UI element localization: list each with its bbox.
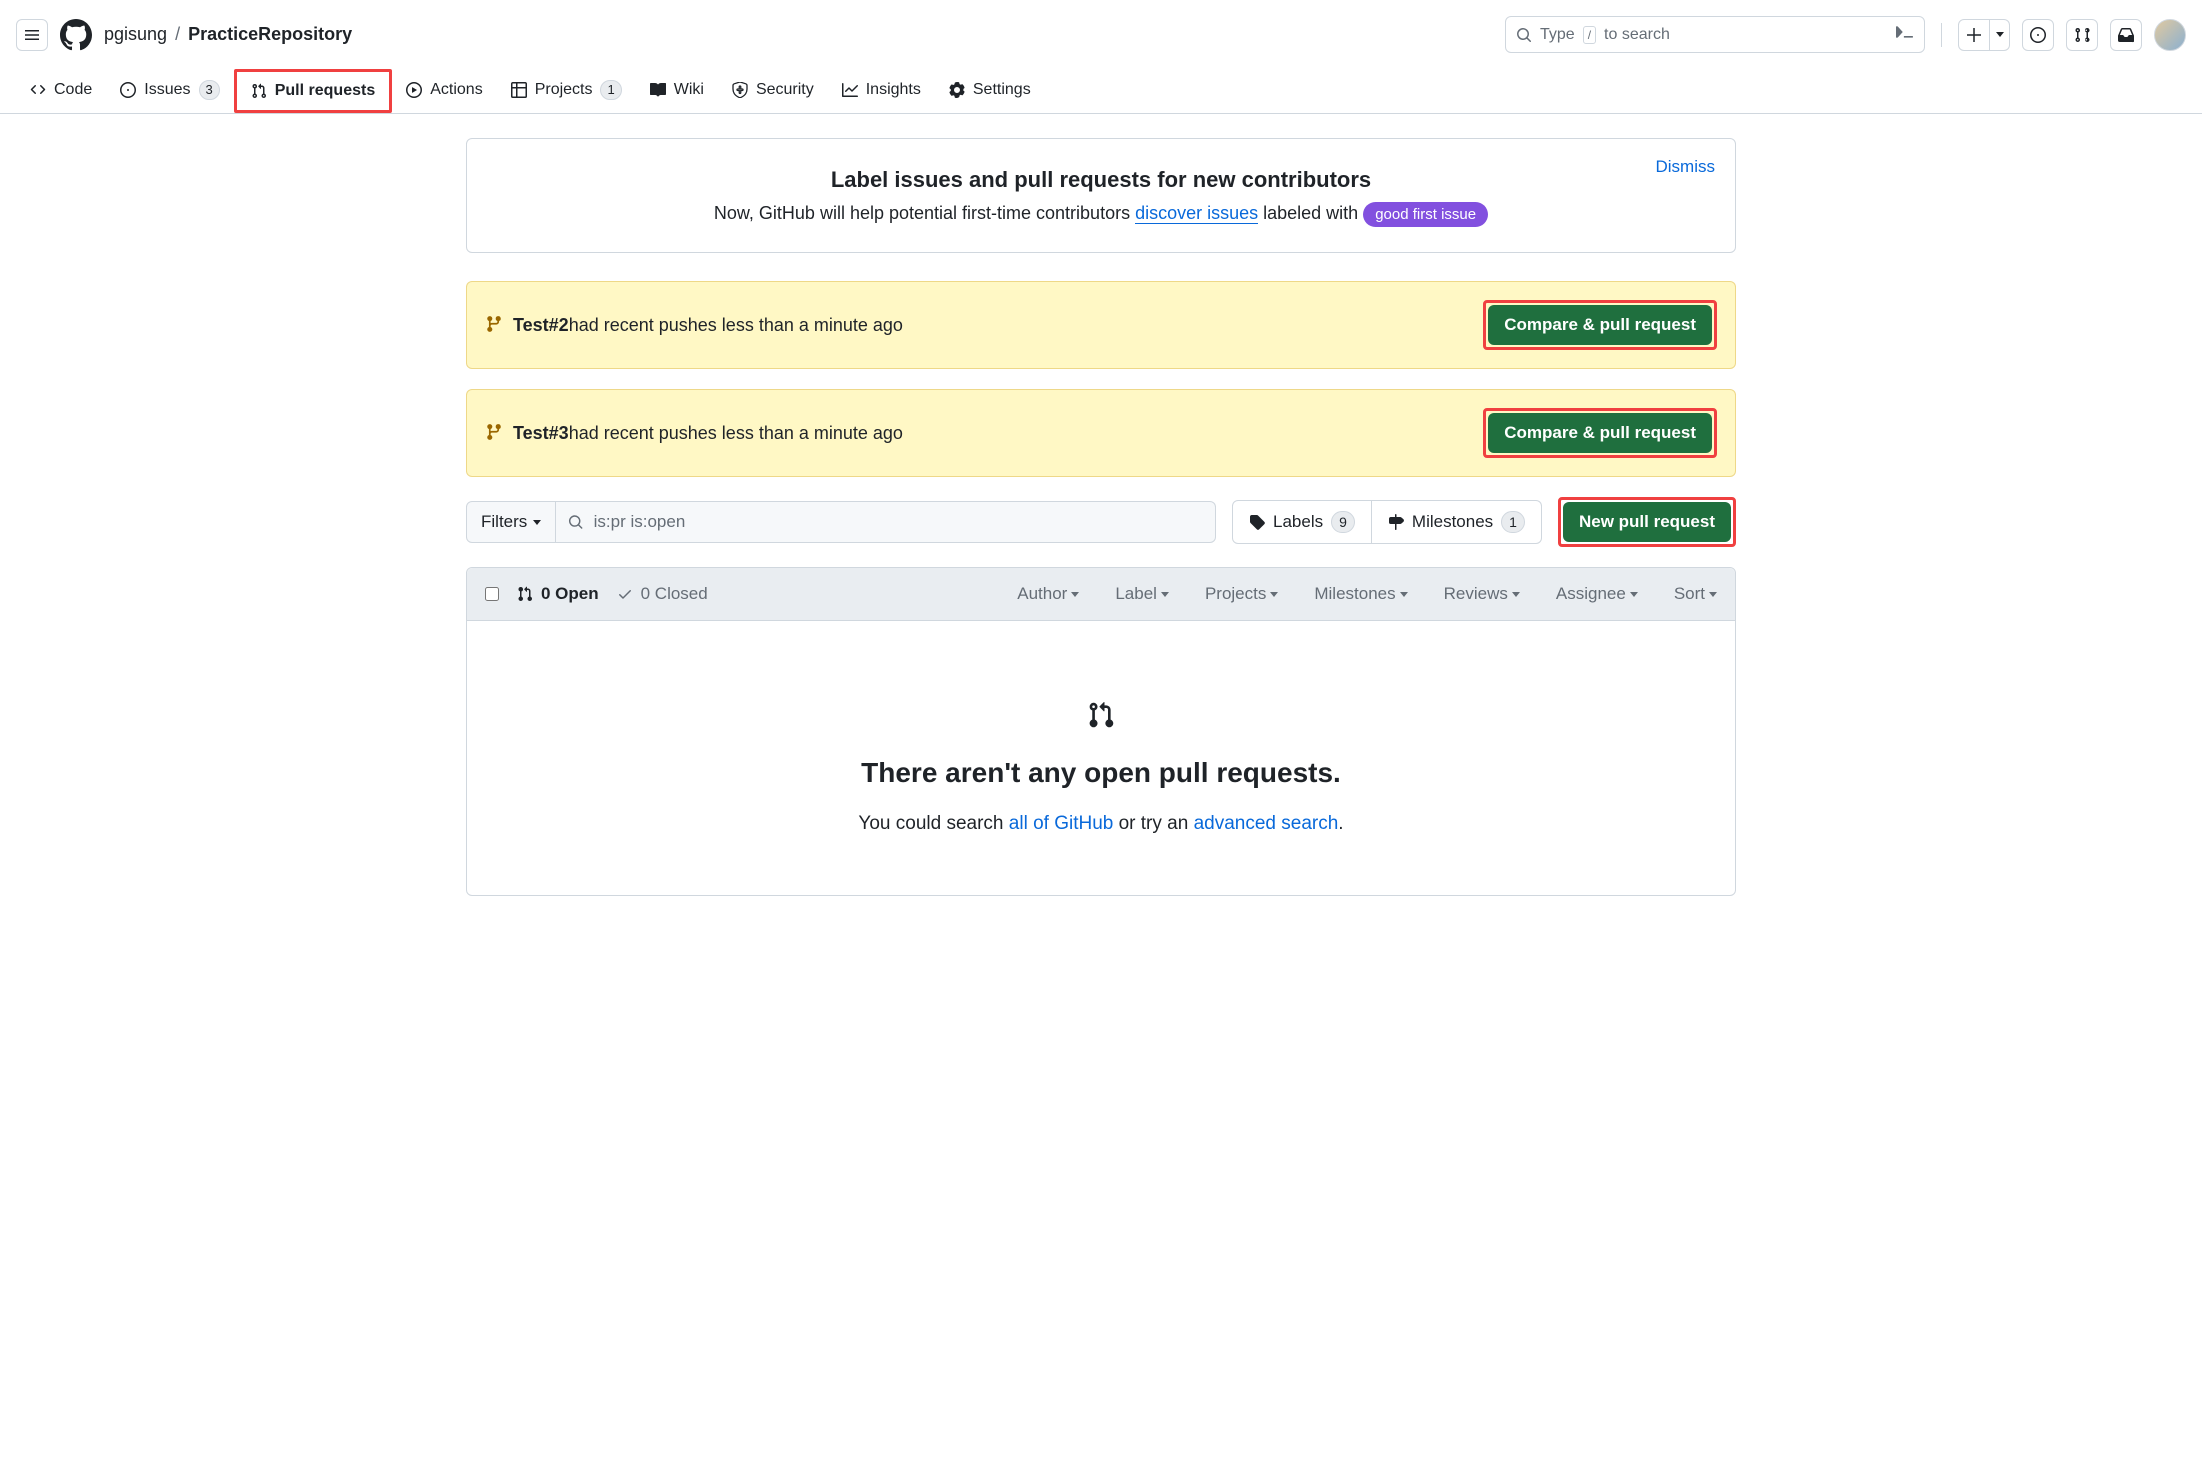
tag-icon (1249, 514, 1265, 530)
caret-down-icon (1709, 592, 1717, 597)
dismiss-link[interactable]: Dismiss (1656, 157, 1716, 177)
closed-tab[interactable]: 0 Closed (617, 584, 708, 604)
graph-icon (842, 82, 858, 98)
sort-filter[interactable]: Sort (1674, 584, 1717, 604)
projects-count: 1 (600, 80, 621, 100)
good-first-issue-label[interactable]: good first issue (1363, 202, 1488, 227)
caret-down-icon (1161, 592, 1169, 597)
search-placeholder-post: to search (1604, 26, 1670, 44)
pull-request-icon (1087, 701, 1115, 729)
recent-push-banner: Test#2 had recent pushes less than a min… (466, 281, 1736, 369)
pull-requests-button[interactable] (2066, 19, 2098, 51)
tab-actions[interactable]: Actions (392, 69, 496, 113)
filter-query-input[interactable] (556, 501, 1216, 543)
issues-button[interactable] (2022, 19, 2054, 51)
discover-issues-link[interactable]: discover issues (1135, 203, 1258, 224)
filter-query-field[interactable] (594, 512, 1203, 532)
labels-count: 9 (1331, 511, 1355, 533)
info-title: Label issues and pull requests for new c… (491, 167, 1711, 193)
caret-down-icon (1996, 32, 2004, 37)
select-all-checkbox[interactable] (485, 587, 499, 601)
recent-push-banner: Test#3 had recent pushes less than a min… (466, 389, 1736, 477)
new-pull-request-button[interactable]: New pull request (1563, 502, 1731, 542)
breadcrumb: pgisung / PracticeRepository (104, 24, 352, 45)
branch-icon (485, 315, 503, 336)
plus-icon (1966, 27, 1982, 43)
book-icon (650, 82, 666, 98)
assignee-filter[interactable]: Assignee (1556, 584, 1638, 604)
tab-issues[interactable]: Issues 3 (106, 69, 233, 113)
hamburger-menu[interactable] (16, 19, 48, 51)
notifications-button[interactable] (2110, 19, 2142, 51)
pull-request-icon (2074, 27, 2090, 43)
contributor-info-box: Dismiss Label issues and pull requests f… (466, 138, 1736, 253)
caret-down-icon (1071, 592, 1079, 597)
projects-filter[interactable]: Projects (1205, 584, 1278, 604)
github-logo[interactable] (60, 19, 92, 51)
search-icon (1516, 27, 1532, 43)
push-message: had recent pushes less than a minute ago (569, 315, 903, 336)
gear-icon (949, 82, 965, 98)
caret-down-icon (1400, 592, 1408, 597)
search-placeholder-pre: Type (1540, 26, 1575, 44)
empty-title: There aren't any open pull requests. (487, 757, 1715, 789)
milestones-button[interactable]: Milestones 1 (1372, 500, 1542, 544)
caret-down-icon (1270, 592, 1278, 597)
issues-count: 3 (199, 80, 220, 100)
tab-projects[interactable]: Projects 1 (497, 69, 636, 113)
create-new-button[interactable] (1958, 19, 1990, 51)
issue-icon (2030, 27, 2046, 43)
pull-request-table: 0 Open 0 Closed Author Label Projects Mi… (466, 567, 1736, 896)
check-icon (617, 586, 633, 602)
caret-down-icon (1630, 592, 1638, 597)
labels-button[interactable]: Labels 9 (1232, 500, 1372, 544)
milestones-filter[interactable]: Milestones (1314, 584, 1407, 604)
user-avatar[interactable] (2154, 19, 2186, 51)
search-icon (568, 514, 583, 530)
branch-name: Test#3 (513, 423, 569, 444)
command-palette-icon (1896, 23, 1914, 46)
branch-name: Test#2 (513, 315, 569, 336)
github-icon (60, 19, 92, 51)
label-filter[interactable]: Label (1115, 584, 1169, 604)
author-filter[interactable]: Author (1017, 584, 1079, 604)
issue-icon (120, 82, 136, 98)
filters-dropdown[interactable]: Filters (466, 501, 556, 543)
create-new-dropdown[interactable] (1990, 19, 2010, 51)
tab-security[interactable]: Security (718, 69, 828, 113)
milestones-count: 1 (1501, 511, 1525, 533)
open-tab[interactable]: 0 Open (517, 584, 599, 604)
compare-pull-request-button[interactable]: Compare & pull request (1488, 305, 1712, 345)
play-icon (406, 82, 422, 98)
tab-settings[interactable]: Settings (935, 69, 1045, 113)
tab-pull-requests[interactable]: Pull requests (234, 69, 392, 113)
branch-icon (485, 423, 503, 444)
breadcrumb-owner[interactable]: pgisung (104, 24, 167, 45)
breadcrumb-repo[interactable]: PracticeRepository (188, 24, 352, 45)
compare-pull-request-button[interactable]: Compare & pull request (1488, 413, 1712, 453)
push-message: had recent pushes less than a minute ago (569, 423, 903, 444)
caret-down-icon (1512, 592, 1520, 597)
code-icon (30, 82, 46, 98)
pull-request-icon (251, 83, 267, 99)
tab-wiki[interactable]: Wiki (636, 69, 718, 113)
shield-icon (732, 82, 748, 98)
inbox-icon (2118, 27, 2134, 43)
search-kbd: / (1583, 26, 1596, 44)
table-icon (511, 82, 527, 98)
reviews-filter[interactable]: Reviews (1444, 584, 1520, 604)
pull-request-icon (517, 586, 533, 602)
hamburger-icon (24, 27, 40, 43)
milestone-icon (1388, 514, 1404, 530)
search-input[interactable]: Type / to search (1505, 16, 1925, 53)
tab-code[interactable]: Code (16, 69, 106, 113)
caret-down-icon (533, 520, 541, 525)
advanced-search-link[interactable]: advanced search (1194, 813, 1339, 834)
search-all-github-link[interactable]: all of GitHub (1009, 813, 1114, 834)
tab-insights[interactable]: Insights (828, 69, 935, 113)
